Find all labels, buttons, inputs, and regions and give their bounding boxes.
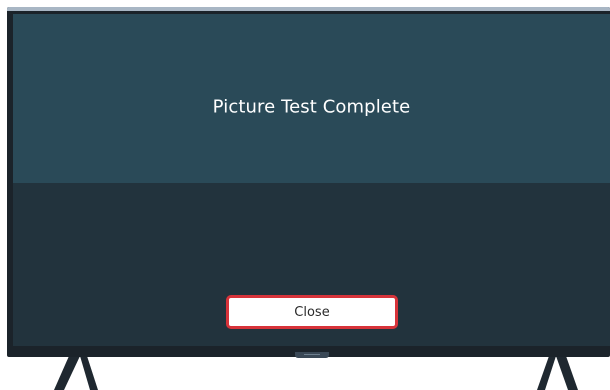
tv-screen: Picture Test Complete Close xyxy=(13,14,610,346)
tv-illustration: Picture Test Complete Close xyxy=(0,0,610,390)
stand-leg-left-inner xyxy=(80,356,98,390)
stand-leg-right-outer xyxy=(556,356,578,390)
tv-top-edge xyxy=(7,7,610,11)
close-button[interactable]: Close xyxy=(226,295,398,329)
tv-logo-badge xyxy=(295,352,329,358)
stand-leg-right-inner xyxy=(537,356,556,390)
dialog-title: Picture Test Complete xyxy=(212,96,411,118)
stand-leg-left-outer xyxy=(54,356,80,390)
